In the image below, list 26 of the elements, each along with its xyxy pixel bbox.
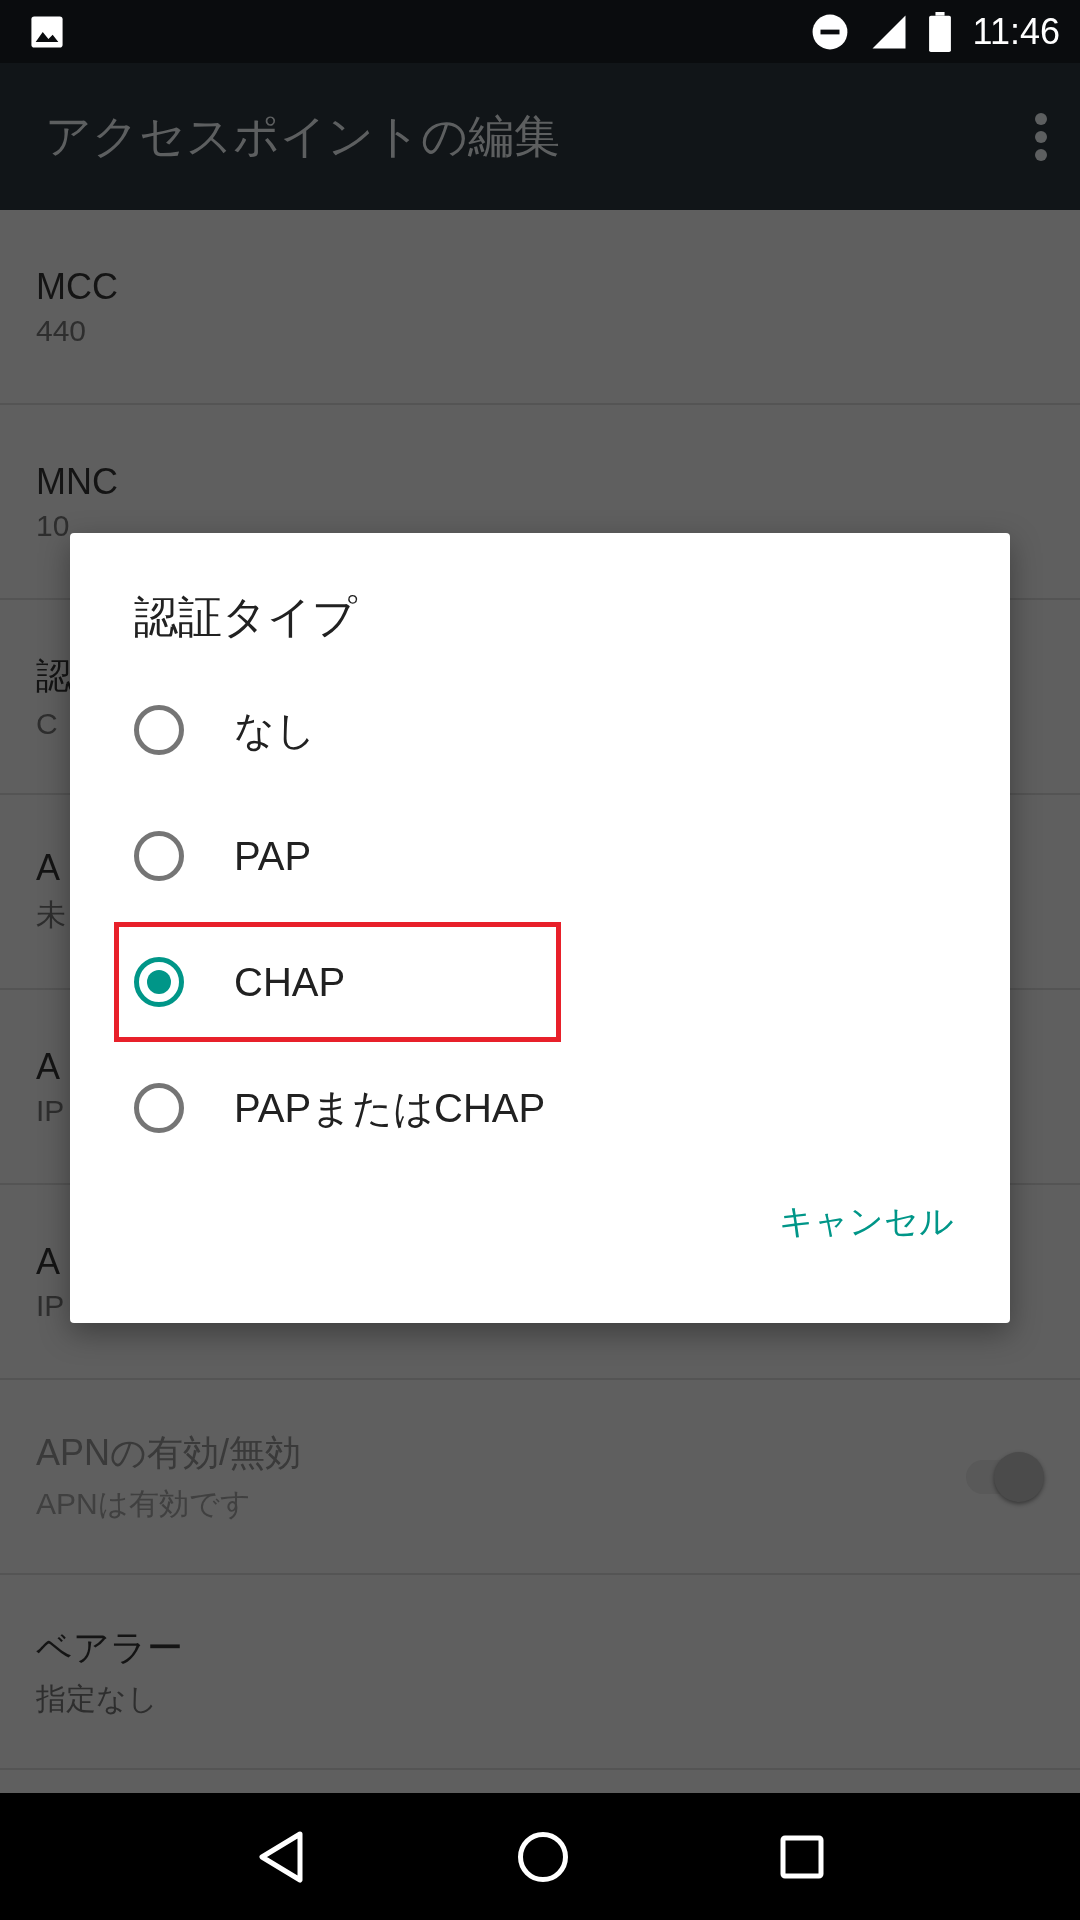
setting-title: MCC <box>36 265 118 308</box>
setting-title: A <box>36 1045 61 1088</box>
more-options-icon[interactable] <box>1034 111 1048 162</box>
radio-button[interactable] <box>134 705 184 755</box>
setting-title: 認 <box>36 654 72 698</box>
radio-button[interactable] <box>134 957 184 1007</box>
option-label[interactable]: PAPまたはCHAP <box>234 1080 546 1136</box>
home-icon[interactable] <box>517 1830 569 1883</box>
setting-title: A <box>36 847 61 889</box>
option-label[interactable]: PAP <box>234 833 312 879</box>
signal-icon <box>870 13 907 50</box>
radio-button[interactable] <box>134 831 184 881</box>
dialog-title: 認証タイプ <box>134 591 358 643</box>
image-icon <box>30 14 64 49</box>
option-label[interactable]: CHAP <box>234 959 346 1005</box>
setting-title: MNC <box>36 460 118 503</box>
option-label[interactable]: なし <box>234 702 316 758</box>
recents-icon[interactable] <box>780 1834 825 1879</box>
do-not-disturb-icon <box>810 12 849 51</box>
cancel-button[interactable]: キャンセル <box>763 1187 970 1257</box>
clock-time: 11:46 <box>972 10 1060 53</box>
battery-icon <box>928 11 951 52</box>
radio-button[interactable] <box>134 1083 184 1133</box>
setting-title: A <box>36 1240 61 1283</box>
setting-title: ベアラー <box>36 1625 183 1670</box>
screen-title: アクセスポイントの編集 <box>45 108 560 164</box>
